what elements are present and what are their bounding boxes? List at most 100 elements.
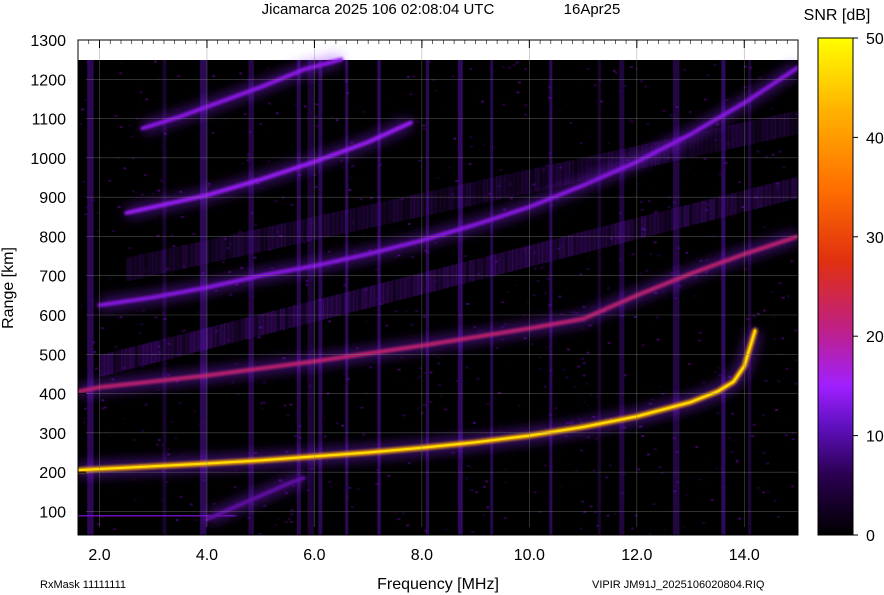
haze-column bbox=[709, 198, 715, 221]
noise-pixel bbox=[580, 394, 583, 397]
haze-column bbox=[323, 297, 328, 320]
noise-pixel bbox=[649, 253, 653, 256]
noise-pixel bbox=[144, 403, 148, 406]
haze-column bbox=[207, 327, 212, 349]
noise-pixel bbox=[322, 416, 326, 419]
y-tick-label: 600 bbox=[39, 308, 66, 325]
haze-column bbox=[654, 212, 659, 235]
noise-pixel bbox=[629, 66, 633, 68]
haze-column bbox=[702, 130, 708, 155]
noise-pixel bbox=[499, 169, 503, 172]
noise-pixel bbox=[105, 429, 109, 432]
noise-pixel bbox=[274, 523, 278, 526]
noise-pixel bbox=[585, 382, 589, 385]
haze-column bbox=[469, 260, 475, 282]
noise-pixel bbox=[794, 359, 798, 362]
noise-pixel bbox=[171, 273, 175, 275]
haze-column bbox=[328, 212, 334, 237]
haze-column bbox=[401, 196, 407, 221]
noise-pixel bbox=[476, 377, 480, 380]
noise-pixel bbox=[358, 106, 362, 108]
noise-pixel bbox=[364, 320, 368, 323]
haze-column bbox=[555, 238, 561, 260]
noise-pixel bbox=[169, 421, 173, 423]
noise-pixel bbox=[532, 387, 536, 390]
noise-pixel bbox=[613, 512, 617, 515]
haze-column bbox=[783, 179, 788, 202]
noise-pixel bbox=[580, 357, 584, 360]
colorbar-ticks: 0 10 20 30 40 50 bbox=[853, 31, 884, 545]
y-tick-label: 100 bbox=[39, 504, 66, 521]
noise-pixel bbox=[139, 91, 143, 94]
chart-date: 16Apr25 bbox=[564, 1, 621, 18]
noise-pixel bbox=[771, 153, 775, 156]
noise-pixel bbox=[334, 527, 338, 530]
noise-pixel bbox=[111, 486, 115, 489]
noise-pixel bbox=[362, 233, 366, 236]
haze-column bbox=[582, 157, 587, 181]
noise-pixel bbox=[95, 367, 98, 370]
noise-pixel bbox=[159, 179, 163, 182]
noise-pixel bbox=[132, 478, 136, 481]
haze-column bbox=[288, 306, 294, 328]
haze-column bbox=[177, 245, 183, 270]
haze-column bbox=[478, 179, 484, 204]
noise-pixel bbox=[533, 267, 537, 270]
noise-pixel bbox=[408, 223, 411, 225]
noise-pixel bbox=[365, 468, 368, 471]
noise-pixel bbox=[475, 491, 478, 494]
noise-pixel bbox=[83, 417, 87, 420]
noise-pixel bbox=[495, 347, 499, 349]
haze-column bbox=[563, 235, 569, 258]
noise-pixel bbox=[575, 485, 579, 488]
haze-column bbox=[697, 201, 702, 224]
haze-column bbox=[414, 194, 420, 218]
noise-pixel bbox=[398, 376, 402, 379]
noise-pixel bbox=[775, 409, 778, 411]
noise-pixel bbox=[690, 67, 694, 70]
noise-pixel bbox=[465, 366, 469, 369]
noise-pixel bbox=[287, 518, 291, 521]
noise-pixel bbox=[589, 393, 593, 396]
noise-pixel bbox=[436, 356, 440, 359]
noise-pixel bbox=[614, 71, 618, 74]
noise-pixel bbox=[580, 500, 584, 503]
noise-pixel bbox=[350, 506, 354, 509]
noise-pixel bbox=[353, 469, 357, 472]
noise-pixel bbox=[632, 74, 635, 77]
x-tick-label: 6.0 bbox=[303, 547, 325, 564]
haze-column bbox=[762, 117, 768, 142]
noise-pixel bbox=[207, 185, 211, 188]
noise-pixel bbox=[592, 469, 596, 472]
haze-column bbox=[448, 186, 454, 211]
noise-pixel bbox=[504, 481, 508, 484]
noise-pixel bbox=[784, 434, 788, 437]
haze-column bbox=[362, 205, 368, 229]
noise-pixel bbox=[328, 320, 332, 323]
haze-column bbox=[410, 195, 416, 219]
noise-pixel bbox=[765, 155, 768, 158]
noise-pixel bbox=[423, 315, 427, 318]
haze-column bbox=[211, 326, 217, 348]
noise-pixel bbox=[279, 183, 283, 186]
noise-pixel bbox=[735, 459, 739, 462]
noise-pixel bbox=[155, 443, 159, 446]
noise-pixel bbox=[507, 66, 511, 69]
noise-pixel bbox=[314, 116, 318, 119]
noise-pixel bbox=[123, 167, 127, 170]
noise-pixel bbox=[524, 104, 528, 107]
colorbar-label: SNR [dB] bbox=[804, 7, 871, 24]
haze-column bbox=[130, 256, 136, 280]
noise-pixel bbox=[682, 526, 686, 529]
noise-pixel bbox=[340, 363, 344, 366]
noise-pixel bbox=[546, 277, 550, 280]
noise-pixel bbox=[236, 488, 240, 491]
haze-column bbox=[396, 278, 402, 301]
haze-column bbox=[229, 234, 235, 259]
haze-column bbox=[533, 243, 539, 266]
noise-pixel bbox=[79, 123, 83, 126]
noise-pixel bbox=[656, 338, 660, 341]
haze-column bbox=[662, 210, 668, 233]
haze-column bbox=[752, 187, 758, 210]
noise-pixel bbox=[303, 515, 306, 518]
